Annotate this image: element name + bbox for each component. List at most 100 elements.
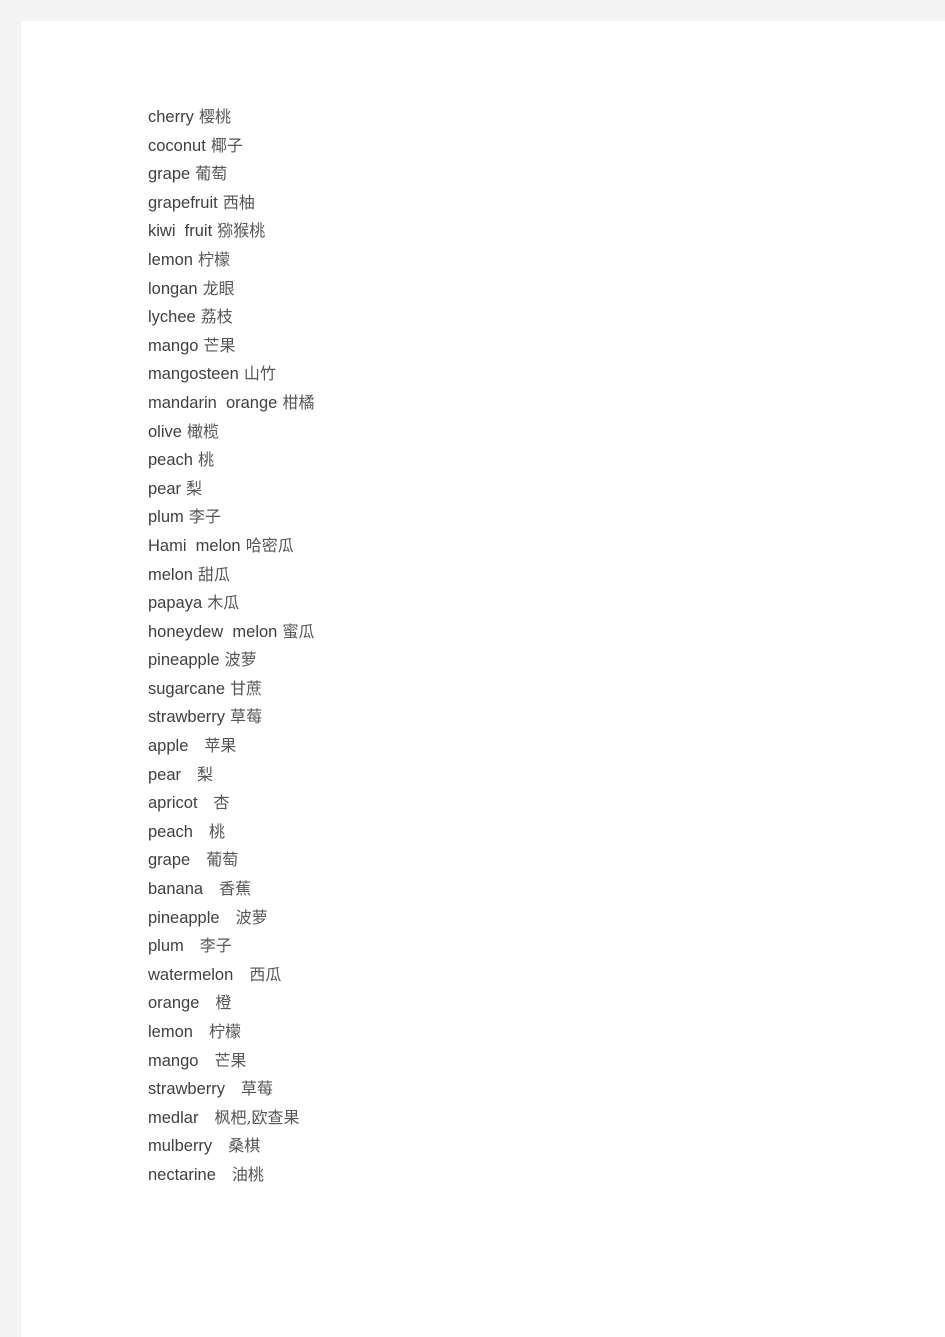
vocab-entry: grapefruit 西柚 [148,189,314,218]
vocab-term-english: honeydew melon [148,622,278,641]
vocab-entry: olive 橄榄 [148,418,314,447]
vocab-term-english: pear [148,479,182,498]
vocab-entry: peach 桃 [148,446,314,475]
vocab-entry: grape 葡萄 [148,160,314,189]
vocab-entry: lemon 柠檬 [148,1018,314,1047]
vocab-term-chinese: 葡萄 [206,850,239,870]
vocab-term-english: plum [148,508,184,527]
vocab-entry: strawberry 草莓 [148,1075,314,1104]
vocab-term-chinese: 蜜瓜 [282,621,315,641]
vocab-term-chinese: 木瓜 [207,593,240,613]
vocab-entry: honeydew melon 蜜瓜 [148,618,314,647]
vocab-term-chinese: 猕猴桃 [217,221,266,241]
vocab-term-chinese: 葡萄 [195,164,228,184]
vocab-term-chinese: 柠檬 [198,249,231,269]
vocab-term-english: apple [148,737,189,756]
vocab-entry: medlar 枫杷,欧查果 [148,1104,314,1133]
vocab-entry: mangosteen 山竹 [148,360,314,389]
vocab-entry: nectarine 油桃 [148,1161,314,1190]
vocab-entry: watermelon 西瓜 [148,961,314,990]
vocab-term-english: banana [148,880,204,899]
vocab-term-chinese: 桃 [198,450,215,470]
vocab-term-chinese: 桑棋 [228,1136,261,1156]
vocab-term-english: grape [148,851,191,870]
vocab-term-chinese: 芒果 [214,1050,247,1070]
vocab-term-english: lemon [148,250,193,269]
vocab-term-chinese: 草莓 [241,1079,274,1099]
vocab-term-english: papaya [148,594,203,613]
vocab-term-english: pineapple [148,908,220,927]
vocab-entry: orange 橙 [148,989,314,1018]
vocab-entry: longan 龙眼 [148,275,314,304]
vocab-term-english: lemon [148,1023,193,1041]
vocab-term-chinese: 柠檬 [208,1022,241,1041]
vocab-term-english: nectarine [148,1165,216,1184]
vocab-entry: plum 李子 [148,503,314,532]
vocab-entry: strawberry 草莓 [148,703,314,732]
vocab-entry: banana 香蕉 [148,875,314,904]
vocab-term-english: lychee [148,308,196,327]
vocab-term-english: orange [148,994,200,1013]
vocab-entry: cherry 樱桃 [148,103,314,132]
vocab-term-chinese: 香蕉 [219,879,252,899]
vocab-entry: pineapple 波萝 [148,904,314,933]
vocab-term-chinese: 芒果 [203,335,236,355]
vocab-term-english: olive [148,422,182,441]
vocab-term-chinese: 梨 [197,764,214,784]
vocab-term-english: sugarcane [148,679,226,698]
vocab-entry: plum 李子 [148,932,314,961]
vocab-term-english: apricot [148,794,198,813]
vocab-term-chinese: 甜瓜 [198,564,231,584]
vocab-term-chinese: 山竹 [243,364,276,384]
vocab-term-english: peach [148,451,193,470]
vocab-term-chinese: 枫杷,欧查果 [214,1107,300,1127]
vocab-term-chinese: 龙眼 [202,278,235,298]
vocab-term-english: strawberry [148,1080,226,1099]
vocab-entry: apple 苹果 [148,732,314,761]
vocab-term-chinese: 梨 [186,478,203,498]
vocab-term-chinese: 樱桃 [198,107,231,126]
vocab-term-english: mango [148,336,199,355]
vocab-entry: mango 芒果 [148,332,314,361]
vocab-term-english: pear [148,765,182,784]
vocab-entry: mulberry 桑棋 [148,1132,314,1161]
vocab-term-english: mango [148,1051,199,1070]
vocabulary-list: cherry 樱桃 coconut 椰子 grape 葡萄 grapefruit 西柚 kiwi… [148,103,314,1190]
vocab-term-chinese: 橙 [215,993,232,1013]
vocab-term-english: mangosteen [148,365,239,384]
vocab-entry: coconut 椰子 [148,132,314,161]
vocab-term-chinese: 李子 [188,507,221,527]
vocab-entry: kiwi fruit 猕猴桃 [148,217,314,246]
vocab-term-chinese: 甘蔗 [230,678,263,698]
vocab-term-english: grape [148,165,191,184]
vocab-term-english: grapefruit [148,193,218,212]
vocab-term-chinese: 柑橘 [282,392,315,412]
vocab-term-english: cherry [148,108,194,126]
vocab-term-chinese: 桃 [208,821,225,841]
vocab-entry: grape 葡萄 [148,846,314,875]
vocab-term-chinese: 李子 [199,936,232,956]
vocab-entry: mandarin orange 柑橘 [148,389,314,418]
vocab-entry: sugarcane 甘蔗 [148,675,314,704]
vocab-term-english: medlar [148,1108,199,1127]
vocab-entry: apricot 杏 [148,789,314,818]
vocab-entry: pineapple 波萝 [148,646,314,675]
vocab-term-english: pineapple [148,651,220,670]
vocab-term-chinese: 荔枝 [200,307,233,327]
vocab-term-english: longan [148,279,198,298]
vocab-term-english: Hami melon [148,536,241,555]
vocab-entry: pear 梨 [148,761,314,790]
vocab-term-chinese: 波萝 [235,907,268,927]
vocab-entry: Hami melon 哈密瓜 [148,532,314,561]
vocab-entry: melon 甜瓜 [148,561,314,590]
vocab-term-chinese: 西柚 [222,192,255,212]
vocab-term-chinese: 杏 [213,793,230,813]
vocab-term-english: coconut [148,136,206,155]
vocab-term-chinese: 草莓 [230,707,263,727]
vocab-term-chinese: 橄榄 [187,421,220,441]
vocab-term-english: peach [148,822,193,841]
vocab-term-chinese: 油桃 [231,1164,264,1184]
vocab-term-english: strawberry [148,708,226,727]
vocab-term-english: kiwi fruit [148,222,213,241]
vocab-term-english: mulberry [148,1137,213,1156]
